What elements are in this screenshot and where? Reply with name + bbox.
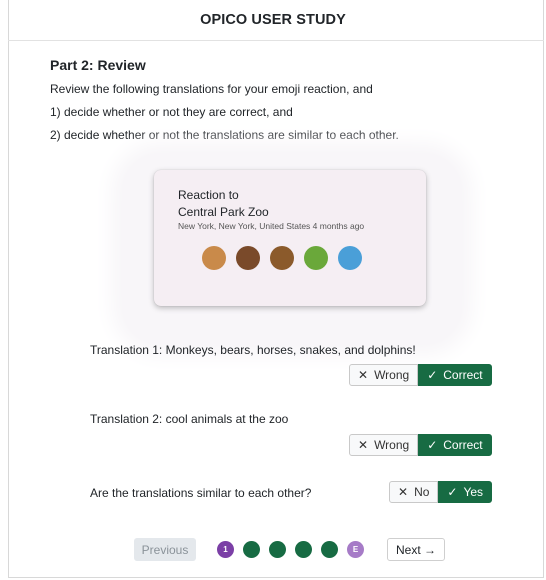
translation-1-correct-button[interactable]: ✓ Correct [418,364,492,386]
step-4-dot[interactable] [295,541,312,558]
emoji-list [202,246,362,270]
step-2-dot[interactable] [243,541,260,558]
instruction-line-3: 2) decide whether or not the translation… [50,128,399,142]
wrong-label: Wrong [374,438,410,452]
translation-2-choice: ✕ Wrong ✓ Correct [349,434,492,456]
x-icon: ✕ [358,368,369,382]
no-label: No [414,485,430,499]
header-divider [8,40,544,41]
step-1-dot[interactable]: 1 [217,541,234,558]
x-icon: ✕ [398,485,409,499]
step-3-dot[interactable] [269,541,286,558]
next-button[interactable]: Next → [387,538,445,561]
instruction-line-1: Review the following translations for yo… [50,82,373,96]
x-icon: ✕ [358,438,369,452]
translation-2-wrong-button[interactable]: ✕ Wrong [349,434,419,456]
previous-button[interactable]: Previous [134,538,196,561]
place-name: Central Park Zoo [178,205,269,219]
similarity-yes-button[interactable]: ✓ Yes [438,481,493,503]
yes-label: Yes [463,485,484,499]
bear-face-icon [236,246,260,270]
step-end-dot[interactable]: E [347,541,364,558]
step-5-dot[interactable] [321,541,338,558]
check-icon: ✓ [427,438,438,452]
instruction-line-2: 1) decide whether or not they are correc… [50,105,293,119]
progress-steps: 1 E [217,541,364,558]
monkey-face-icon [202,246,226,270]
translation-2-text: Translation 2: cool animals at the zoo [90,412,289,426]
translation-1-text: Translation 1: Monkeys, bears, horses, s… [90,343,416,357]
similarity-question: Are the translations similar to each oth… [90,486,312,500]
translation-1-wrong-button[interactable]: ✕ Wrong [349,364,419,386]
similarity-no-button[interactable]: ✕ No [389,481,439,503]
reaction-label: Reaction to [178,188,239,202]
dolphin-icon [338,246,362,270]
translation-1-choice: ✕ Wrong ✓ Correct [349,364,492,386]
translation-2-correct-button[interactable]: ✓ Correct [418,434,492,456]
correct-label: Correct [443,438,483,452]
place-meta: New York, New York, United States 4 mont… [178,221,365,231]
section-heading: Part 2: Review [50,57,146,73]
page-title: OPICO USER STUDY [200,12,346,28]
snake-icon [304,246,328,270]
reaction-card: Reaction to Central Park Zoo New York, N… [154,170,426,306]
check-icon: ✓ [447,485,458,499]
check-icon: ✓ [427,368,438,382]
correct-label: Correct [443,368,483,382]
similarity-choice: ✕ No ✓ Yes [389,481,493,503]
horse-icon [270,246,294,270]
wrong-label: Wrong [374,368,410,382]
